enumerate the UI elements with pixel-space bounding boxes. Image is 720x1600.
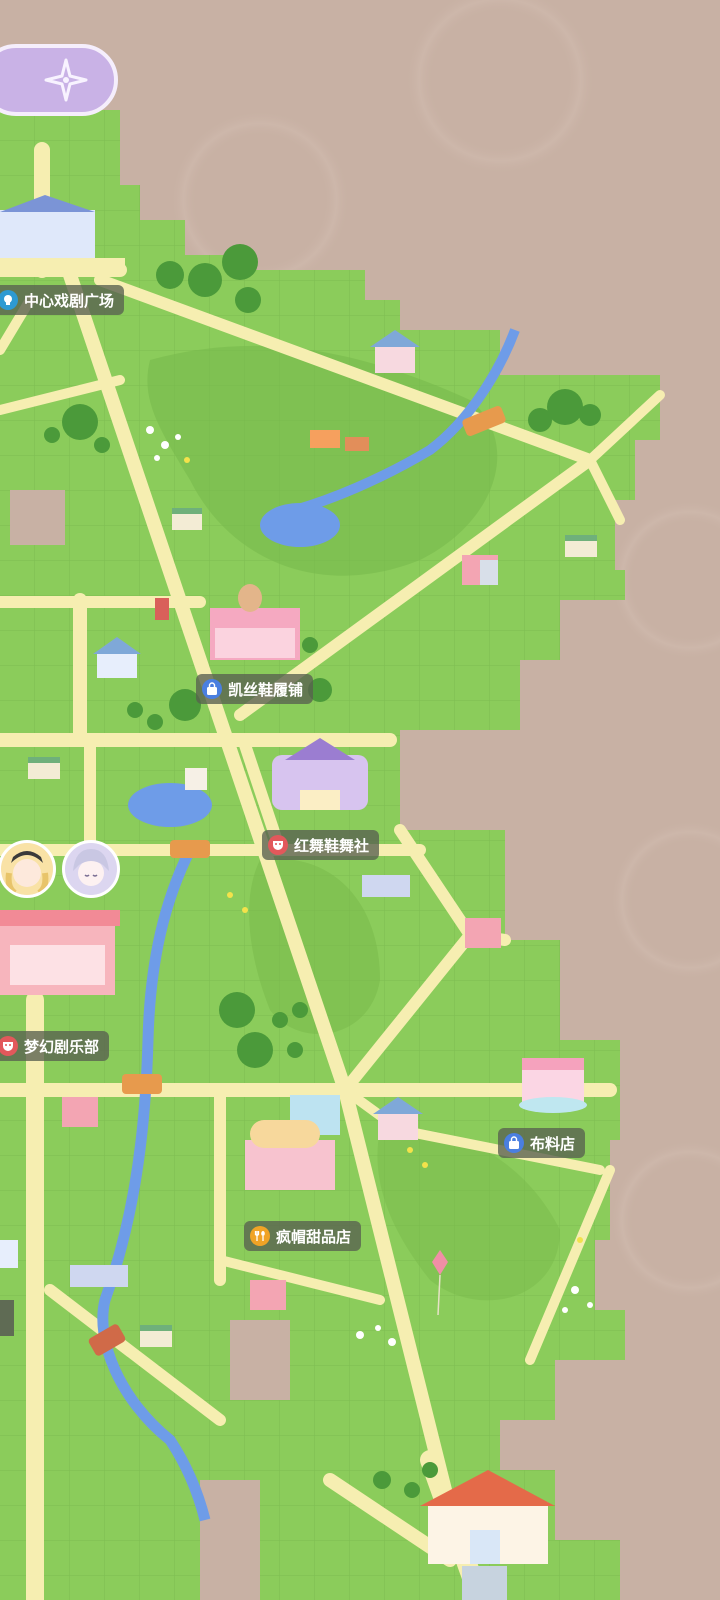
location-name: 红舞鞋舞社 (294, 836, 370, 855)
theater-pin-icon (0, 290, 18, 310)
shopping-bag-icon (504, 1133, 524, 1153)
blonde-girl-avatar[interactable] (0, 840, 56, 898)
back-button[interactable] (0, 44, 118, 116)
location-name: 布料店 (530, 1134, 576, 1153)
location-name: 中心戏剧广场 (24, 291, 115, 310)
location-name: 疯帽甜品店 (276, 1227, 352, 1246)
location-label-fabric-shop[interactable]: 布料店 (498, 1128, 586, 1158)
location-name: 梦幻剧乐部 (24, 1037, 100, 1056)
compass-star-icon (44, 58, 88, 102)
drama-mask-icon (0, 1036, 18, 1056)
drama-mask-icon (268, 835, 288, 855)
fork-spoon-icon (250, 1226, 270, 1246)
dream-theater-building[interactable] (0, 910, 120, 995)
location-label-shoe-shop[interactable]: 凯丝鞋履铺 (196, 674, 314, 704)
location-label-dream-theater[interactable]: 梦幻剧乐部 (0, 1031, 110, 1061)
location-label-central-theater[interactable]: 中心戏剧广场 (0, 285, 125, 315)
shopping-bag-icon (202, 679, 222, 699)
silver-hair-avatar[interactable] (62, 840, 120, 898)
location-name: 凯丝鞋履铺 (228, 680, 304, 699)
location-label-dessert-shop[interactable]: 疯帽甜品店 (244, 1221, 362, 1251)
fabric-shop-building[interactable] (519, 1058, 587, 1113)
map-canvas[interactable] (0, 0, 720, 1600)
location-label-dance-club[interactable]: 红舞鞋舞社 (262, 830, 380, 860)
